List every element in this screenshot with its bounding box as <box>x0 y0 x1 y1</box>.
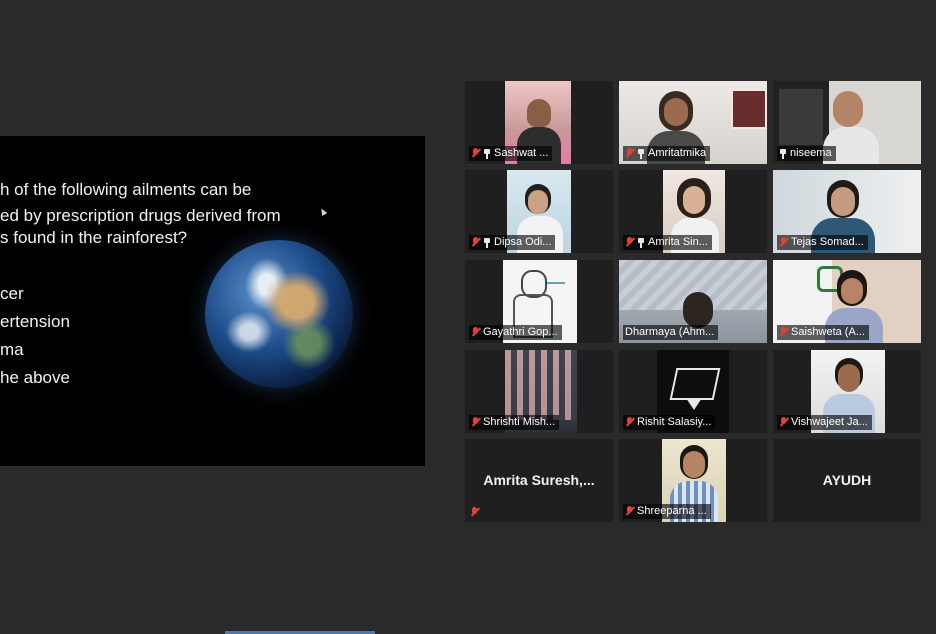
participant-name: Sashwat ... <box>494 147 549 159</box>
participant-tile[interactable]: Amrita Suresh,... <box>465 439 613 522</box>
participant-name: Dipsa Odi... <box>494 236 552 248</box>
pin-icon <box>483 148 491 159</box>
muted-mic-icon <box>779 237 788 248</box>
muted-mic-icon <box>471 148 480 159</box>
question-line-1: h of the following ailments can be <box>0 180 252 199</box>
muted-mic-icon <box>470 507 479 518</box>
participant-name: Shrishti Mish... <box>483 416 556 428</box>
participant-tile[interactable]: Dharmaya (Ahm... <box>619 260 767 343</box>
participant-tile[interactable]: Shreeparna ... <box>619 439 767 522</box>
participant-label: Tejas Somad... <box>777 235 868 250</box>
participant-name: Gayathri Gop... <box>483 326 558 338</box>
participant-tile[interactable]: Rishit Salasiy... <box>619 350 767 433</box>
mouse-cursor-icon <box>318 206 328 217</box>
muted-mic-icon <box>625 148 634 159</box>
participant-name: Saishweta (A... <box>791 326 865 338</box>
participant-name: Dharmaya (Ahm... <box>625 326 715 338</box>
muted-mic-icon <box>471 237 480 248</box>
muted-mic-icon <box>779 417 788 428</box>
participant-label: Rishit Salasiy... <box>623 415 716 430</box>
participant-tile[interactable]: Amrita Sin... <box>619 170 767 253</box>
participant-tile[interactable]: Vishwajeet Ja... <box>773 350 921 433</box>
participant-name-centered: AYUDH <box>822 472 872 488</box>
muted-mic-icon <box>625 417 634 428</box>
participant-label: Dharmaya (Ahm... <box>623 325 719 340</box>
question-line-2: ed by prescription drugs derived from <box>0 206 281 225</box>
participant-tile[interactable]: AYUDH <box>773 439 921 522</box>
participant-tile[interactable]: Saishweta (A... <box>773 260 921 343</box>
participant-name: Shreeparna ... <box>637 505 707 517</box>
participant-label: Gayathri Gop... <box>469 325 562 340</box>
participant-label: Shrishti Mish... <box>469 415 560 430</box>
participant-tile-active-speaker[interactable]: niseema <box>773 81 921 164</box>
participant-tile[interactable]: Dipsa Odi... <box>465 170 613 253</box>
participant-label: Shreeparna ... <box>623 504 711 519</box>
muted-mic-icon <box>471 417 480 428</box>
pin-icon <box>483 237 491 248</box>
participant-tile[interactable]: Sashwat ... <box>465 81 613 164</box>
question-line-3: s found in the rainforest? <box>0 228 188 247</box>
participant-label: Saishweta (A... <box>777 325 869 340</box>
participant-name: Amrita Sin... <box>648 236 708 248</box>
participant-label: Vishwajeet Ja... <box>777 415 872 430</box>
participant-tile[interactable]: Tejas Somad... <box>773 170 921 253</box>
option-b: ertension <box>0 312 70 331</box>
participant-label: niseema <box>777 146 836 161</box>
option-c: ma <box>0 340 24 359</box>
participant-label: Amritatmika <box>623 146 711 161</box>
participant-name: Amritatmika <box>648 147 707 159</box>
participant-name: Tejas Somad... <box>791 236 864 248</box>
participant-label: Amrita Sin... <box>623 235 712 250</box>
participant-tile[interactable]: Gayathri Gop... <box>465 260 613 343</box>
pin-icon <box>637 148 645 159</box>
muted-mic-icon <box>471 327 480 338</box>
participant-name-centered: Amrita Suresh,... <box>483 472 595 488</box>
participant-name: Rishit Salasiy... <box>637 416 712 428</box>
participant-tile[interactable]: Amritatmika <box>619 81 767 164</box>
option-a: cer <box>0 284 24 303</box>
shared-screen-slide: h of the following ailments can be ed by… <box>0 136 425 466</box>
muted-mic-icon <box>625 237 634 248</box>
muted-mic-icon <box>625 506 634 517</box>
option-d: he above <box>0 368 70 387</box>
participant-name: niseema <box>790 147 832 159</box>
earth-image <box>205 240 353 388</box>
pin-icon <box>637 237 645 248</box>
muted-mic-icon <box>779 327 788 338</box>
pin-icon <box>779 148 787 159</box>
participant-tile[interactable]: Shrishti Mish... <box>465 350 613 433</box>
participant-label: Sashwat ... <box>469 146 553 161</box>
participant-name: Vishwajeet Ja... <box>791 416 868 428</box>
participant-label: Dipsa Odi... <box>469 235 556 250</box>
